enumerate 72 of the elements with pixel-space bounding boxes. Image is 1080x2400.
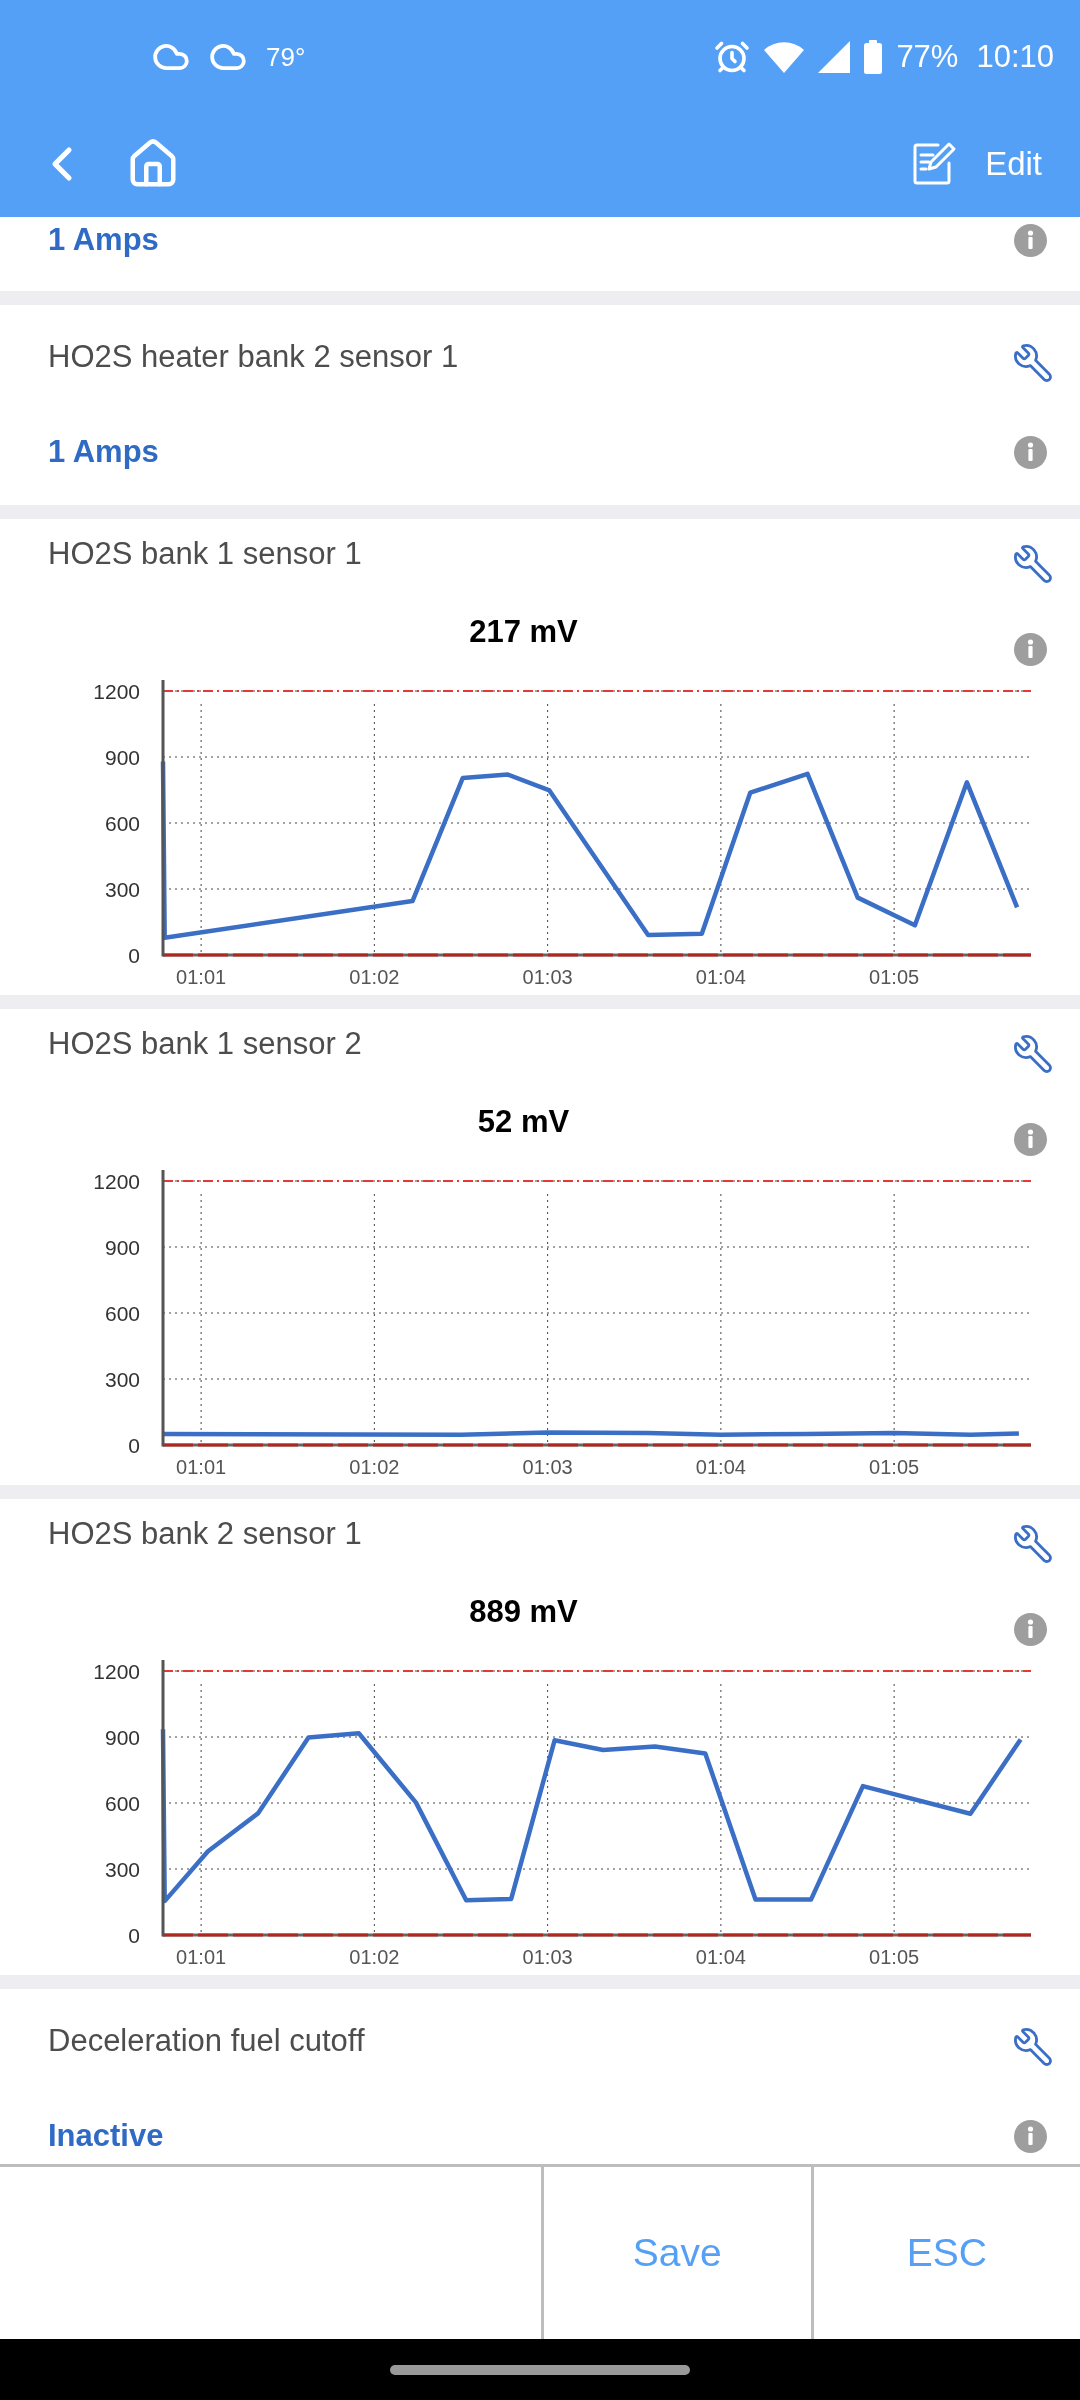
x-tick-label: 01:05	[869, 1456, 920, 1478]
x-tick-label: 01:02	[349, 1946, 400, 1968]
info-icon	[1014, 223, 1047, 257]
x-tick-label: 01:04	[695, 1946, 746, 1968]
sensor-name: HO2S bank 1 sensor 2	[48, 1025, 362, 1063]
y-tick-label: 300	[104, 1857, 140, 1881]
x-tick-label: 01:03	[522, 1946, 573, 1968]
info-button[interactable]	[1014, 633, 1047, 666]
x-tick-label: 01:01	[176, 1456, 227, 1478]
x-tick-label: 01:05	[869, 1946, 920, 1968]
x-tick-label: 01:04	[695, 966, 746, 988]
y-tick-label: 600	[104, 811, 140, 835]
y-tick-label: 300	[104, 1367, 140, 1391]
temperature-text: 79°	[266, 42, 306, 72]
sensor-name: HO2S bank 2 sensor 1	[48, 1515, 362, 1553]
settings-button[interactable]	[1011, 542, 1055, 586]
wifi-icon	[764, 41, 805, 73]
settings-button[interactable]	[1011, 341, 1055, 385]
y-tick-label: 0	[128, 943, 140, 967]
info-button[interactable]	[1014, 435, 1047, 469]
info-icon	[1014, 2119, 1047, 2153]
sensor-name: Deceleration fuel cutoff	[48, 2022, 365, 2060]
sensor-value: Inactive	[48, 2117, 164, 2155]
info-button[interactable]	[1014, 1123, 1047, 1156]
x-tick-label: 01:04	[695, 1456, 746, 1478]
info-icon	[1014, 1123, 1047, 1156]
alarm-clock-icon	[714, 39, 751, 75]
sensor-name: HO2S bank 1 sensor 1	[48, 535, 362, 573]
sensor-reading: 217 mV	[469, 613, 578, 651]
y-tick-label: 0	[128, 1433, 140, 1457]
y-tick-label: 1200	[93, 1659, 140, 1683]
edit-icon	[911, 140, 958, 187]
edit-button[interactable]: Edit	[911, 140, 1042, 187]
x-tick-label: 01:01	[176, 966, 227, 988]
y-tick-label: 900	[104, 1235, 140, 1259]
info-icon	[1014, 435, 1047, 469]
wrench-icon	[1012, 2026, 1054, 2068]
x-tick-label: 01:05	[869, 966, 920, 988]
y-tick-label: 1200	[93, 1169, 140, 1193]
wrench-icon	[1012, 1033, 1054, 1075]
sensor-name: HO2S heater bank 2 sensor 1	[48, 338, 459, 376]
settings-button[interactable]	[1011, 1032, 1055, 1076]
y-tick-label: 900	[104, 1725, 140, 1749]
wrench-icon	[1012, 342, 1054, 384]
info-icon	[1014, 1613, 1047, 1646]
info-button[interactable]	[1014, 1613, 1047, 1646]
info-icon	[1014, 633, 1047, 666]
sensor-reading: 889 mV	[469, 1593, 578, 1631]
x-tick-label: 01:01	[176, 1946, 227, 1968]
sensor-reading: 52 mV	[477, 1103, 570, 1141]
battery-percentage: 77%	[896, 39, 959, 75]
x-tick-label: 01:03	[522, 1456, 573, 1478]
sensor-value: 1 Amps	[48, 221, 159, 259]
battery-icon	[864, 40, 883, 74]
signal-icon	[818, 41, 851, 73]
y-tick-label: 300	[104, 877, 140, 901]
y-tick-label: 0	[128, 1923, 140, 1947]
x-tick-label: 01:03	[522, 966, 573, 988]
y-tick-label: 600	[104, 1791, 140, 1815]
info-button[interactable]	[1014, 2119, 1047, 2153]
x-tick-label: 01:02	[349, 1456, 400, 1478]
x-tick-label: 01:02	[349, 966, 400, 988]
wrench-icon	[1012, 1523, 1054, 1565]
y-tick-label: 600	[104, 1301, 140, 1325]
settings-button[interactable]	[1011, 2025, 1055, 2069]
sensor-value: 1 Amps	[48, 433, 159, 471]
settings-button[interactable]	[1011, 1522, 1055, 1566]
info-button[interactable]	[1014, 223, 1047, 257]
y-tick-label: 1200	[93, 679, 140, 703]
wrench-icon	[1012, 543, 1054, 585]
y-tick-label: 900	[104, 745, 140, 769]
clock-time: 10:10	[976, 39, 1054, 75]
